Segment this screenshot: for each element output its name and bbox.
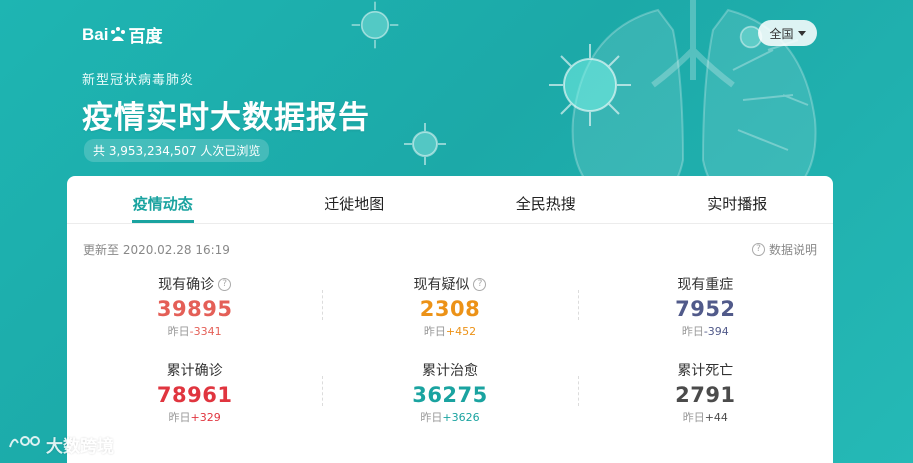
stat-delta: 昨日+329 (67, 409, 322, 425)
stat-delta-prefix: 昨日 (420, 411, 443, 424)
stat-delta-prefix: 昨日 (682, 411, 705, 424)
stat-delta-prefix: 昨日 (167, 325, 190, 338)
stat-delta: 昨日-394 (578, 323, 833, 339)
meta-row: 更新至 2020.02.28 16:19 ? 数据说明 (67, 224, 833, 274)
stat-card: 现有疑似? 2308 昨日+452 (322, 274, 577, 342)
question-icon: ? (751, 242, 765, 256)
tab-trending-search[interactable]: 全民热搜 (450, 176, 642, 223)
stat-delta: 昨日-3341 (67, 323, 322, 339)
stat-delta-value: -3341 (189, 325, 222, 338)
virus-small-icon (404, 123, 446, 165)
caret-down-icon (797, 30, 806, 36)
stat-label: 现有重症 (677, 274, 733, 294)
virus-small-icon (351, 1, 399, 49)
stat-delta-prefix: 昨日 (681, 325, 704, 338)
paw-icon (109, 26, 127, 44)
stat-label-text: 累计治愈 (421, 363, 478, 379)
stat-label-text: 累计确诊 (166, 363, 223, 379)
tab-live-news[interactable]: 实时播报 (642, 176, 834, 223)
page-subtitle: 新型冠状病毒肺炎 (82, 73, 195, 88)
stat-delta-value: +3626 (442, 411, 480, 424)
stat-label: 累计死亡 (677, 360, 733, 380)
virus-large-icon (549, 44, 631, 126)
page-title: 疫情实时大数据报告 (82, 100, 370, 136)
stat-delta: 昨日+3626 (322, 409, 577, 425)
tab-bar: 疫情动态 迁徙地图 全民热搜 实时播报 (67, 176, 833, 224)
stat-card: 累计治愈 36275 昨日+3626 (322, 360, 577, 428)
question-icon[interactable]: ? (473, 277, 487, 291)
stat-delta: 昨日+452 (322, 323, 577, 339)
stat-value: 78961 (156, 383, 233, 407)
watermark: 大数跨境 (8, 432, 114, 457)
stat-label: 现有确诊? (158, 274, 232, 294)
question-icon[interactable]: ? (218, 277, 232, 291)
stat-delta-prefix: 昨日 (423, 325, 446, 338)
stat-value: 2308 (419, 297, 481, 321)
stat-delta-value: +329 (190, 411, 221, 424)
stat-value: 39895 (156, 297, 233, 321)
region-select[interactable]: 全国 (758, 20, 817, 46)
updated-timestamp: 更新至 2020.02.28 16:19 (83, 242, 230, 257)
baidu-logo[interactable]: Bai 百度 (82, 22, 162, 47)
logo-text: Bai (82, 24, 109, 44)
logo-text: 百度 (128, 27, 163, 46)
region-label: 全国 (769, 26, 794, 41)
stat-card: 累计确诊 78961 昨日+329 (67, 360, 322, 428)
stat-value: 36275 (412, 383, 488, 407)
stat-value: 2791 (675, 383, 736, 407)
stat-label-text: 现有确诊 (158, 277, 215, 293)
watermark-text: 大数跨境 (46, 437, 114, 457)
tab-migration-map[interactable]: 迁徙地图 (259, 176, 451, 223)
stat-delta-prefix: 昨日 (168, 411, 191, 424)
data-note-link[interactable]: ? 数据说明 (751, 241, 817, 258)
stat-delta-value: +44 (704, 411, 728, 424)
stat-card: 累计死亡 2791 昨日+44 (577, 360, 833, 428)
stat-delta-value: -394 (703, 325, 729, 338)
data-note-label: 数据说明 (768, 242, 817, 257)
stat-card: 现有重症 7952 昨日-394 (577, 274, 833, 342)
stat-label: 累计确诊 (167, 360, 223, 380)
stat-delta-value: +452 (445, 325, 477, 338)
stat-label: 现有疑似? (413, 274, 487, 294)
stats-grid: 现有确诊? 39895 昨日-3341 现有疑似? 2308 昨日+452 现有重症 7952… (67, 274, 833, 428)
stat-delta: 昨日+44 (578, 409, 833, 425)
stat-label-text: 现有重症 (677, 277, 734, 293)
tab-epidemic-dynamics[interactable]: 疫情动态 (67, 176, 259, 223)
view-count-badge: 共 3,953,234,507 人次已浏览 (84, 139, 270, 162)
report-card: 疫情动态 迁徙地图 全民热搜 实时播报 更新至 2020.02.28 16:19… (67, 176, 833, 463)
stat-label-text: 现有疑似 (413, 277, 470, 293)
stat-label: 累计治愈 (422, 360, 478, 380)
stat-value: 7952 (675, 297, 736, 321)
stat-card: 现有确诊? 39895 昨日-3341 (67, 274, 322, 342)
watermark-logo-icon (8, 433, 42, 456)
stat-label-text: 累计死亡 (677, 363, 734, 379)
